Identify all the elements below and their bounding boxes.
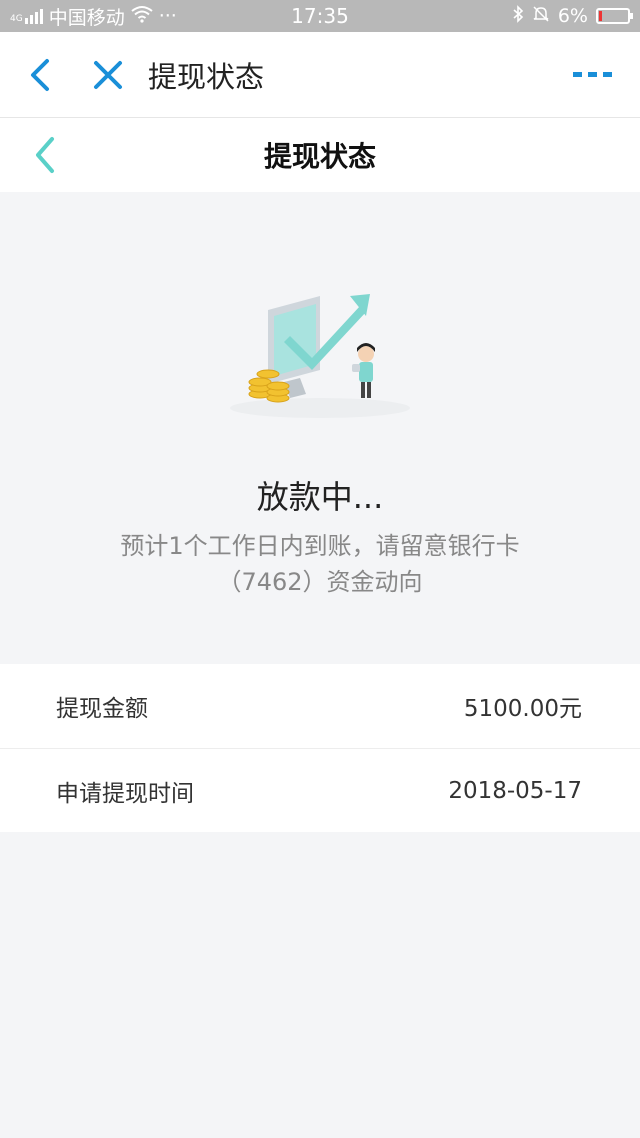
amount-label: 提现金额: [56, 696, 148, 722]
status-desc-line2: （7462）资金动向: [217, 568, 423, 596]
battery-percent: 6%: [557, 5, 588, 27]
app-back-button[interactable]: [10, 45, 70, 105]
wifi-icon: [131, 5, 153, 28]
page-title: 提现状态: [263, 140, 376, 173]
more-dots-icon: [573, 71, 612, 77]
status-time: 17:35: [291, 4, 349, 28]
chevron-left-icon: [36, 137, 54, 173]
app-title: 提现状态: [148, 59, 265, 94]
app-close-button[interactable]: [78, 45, 138, 105]
app-bar: 提现状态: [0, 32, 640, 118]
transfer-illustration: [220, 282, 420, 422]
status-title: 放款中...: [256, 478, 384, 516]
mute-bell-icon: [532, 5, 550, 28]
info-row-apply-time: 申请提现时间 2018-05-17: [0, 748, 640, 832]
status-hero: 放款中... 预计1个工作日内到账，请留意银行卡 （7462）资金动向: [0, 192, 640, 662]
more-button[interactable]: [558, 45, 628, 105]
close-icon: [94, 60, 122, 89]
status-right: 6%: [390, 4, 633, 28]
more-notifications: ···: [158, 5, 177, 27]
battery-icon: [596, 8, 633, 24]
chevron-left-icon: [31, 58, 49, 91]
status-desc-line1: 预计1个工作日内到账，请留意银行卡: [120, 532, 520, 560]
carrier-name: 中国移动: [48, 6, 125, 29]
apply-time-value: 2018-05-17: [448, 777, 582, 804]
page-nav: 提现状态: [0, 118, 640, 192]
withdraw-info-list: 提现金额 5100.00元 申请提现时间 2018-05-17: [0, 664, 640, 832]
bluetooth-icon: [512, 4, 524, 28]
status-left: 4G 中国移动 ···: [10, 3, 270, 30]
network-type-label: 4G: [10, 14, 23, 24]
info-row-amount: 提现金额 5100.00元: [0, 664, 640, 748]
apply-time-label: 申请提现时间: [56, 780, 194, 807]
signal-icon: 4G: [10, 8, 43, 24]
page-back-button[interactable]: [22, 132, 68, 178]
status-bar: 4G 中国移动 ··· 17:35 6%: [0, 0, 640, 32]
amount-value: 5100.00元: [463, 696, 582, 722]
status-description: 预计1个工作日内到账，请留意银行卡 （7462）资金动向: [0, 528, 640, 600]
